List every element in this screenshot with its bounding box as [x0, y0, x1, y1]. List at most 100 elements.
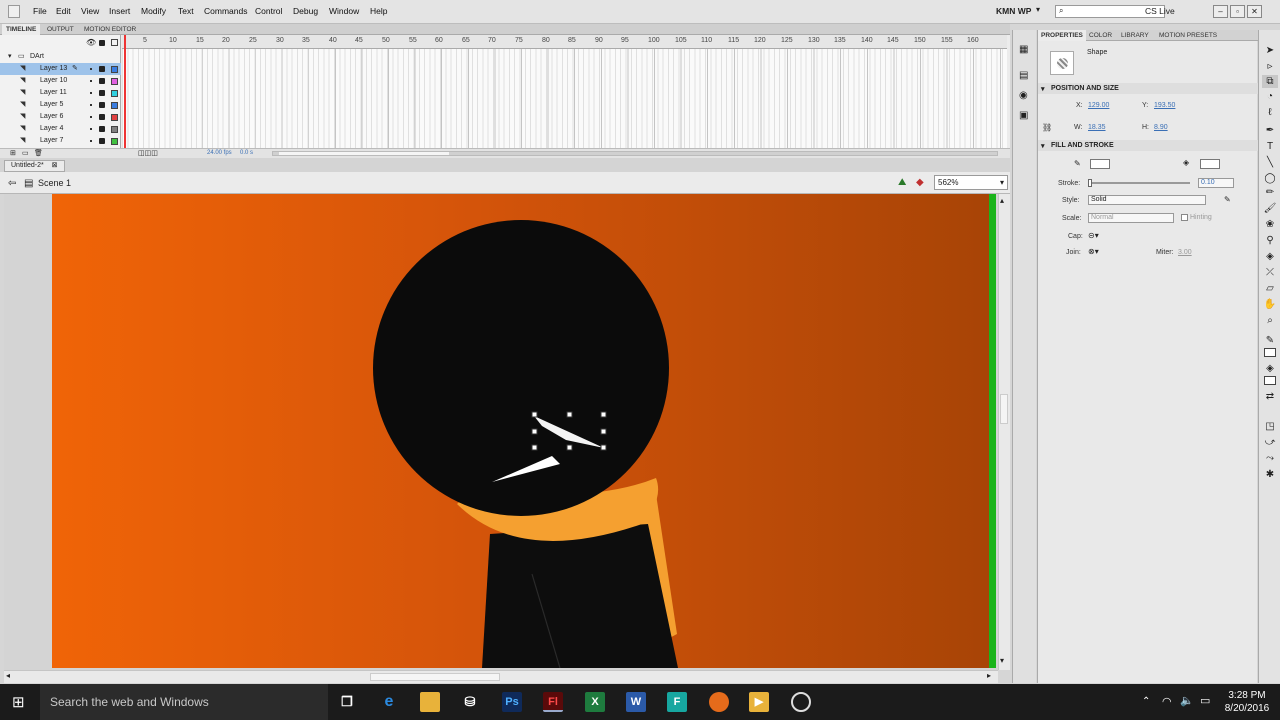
menu-edit[interactable]: Edit: [56, 6, 71, 16]
menu-control[interactable]: Control: [255, 6, 282, 16]
onion-skin-icon[interactable]: ◫◫◫: [138, 149, 158, 157]
menu-view[interactable]: View: [81, 6, 99, 16]
menu-text[interactable]: Text: [178, 6, 194, 16]
info-panel-icon[interactable]: ▤: [1019, 70, 1028, 81]
flash-icon[interactable]: Fl: [543, 692, 563, 712]
close-icon[interactable]: ⊠: [52, 162, 58, 169]
tab-library[interactable]: LIBRARY: [1118, 30, 1152, 41]
stroke-slider[interactable]: [1088, 179, 1190, 187]
layer-row[interactable]: ◥ Layer 10: [0, 75, 121, 87]
stroke-color-swatch[interactable]: [1264, 348, 1276, 357]
stroke-width-input[interactable]: 0.10: [1198, 178, 1234, 188]
layer-name[interactable]: Layer 10: [40, 75, 67, 87]
close-button[interactable]: ✕: [1247, 5, 1262, 18]
tab-motion-presets[interactable]: MOTION PRESETS: [1156, 30, 1220, 41]
lock-icon[interactable]: [99, 126, 105, 132]
notifications-icon[interactable]: ▭: [1200, 694, 1210, 707]
layer-folder[interactable]: ▾ ▭ DArt: [0, 51, 121, 63]
lock-icon[interactable]: [99, 138, 105, 144]
windows-start-icon[interactable]: ⊞: [12, 693, 25, 711]
link-icon[interactable]: ⛓: [1042, 123, 1052, 132]
transform-panel-icon[interactable]: ◉: [1019, 90, 1028, 101]
chevron-left-icon[interactable]: ◂: [6, 671, 10, 680]
new-layer-icon[interactable]: ⊞: [10, 149, 16, 157]
fill-color-swatch[interactable]: [1264, 376, 1276, 385]
layer-color-swatch[interactable]: [111, 138, 118, 145]
frame-grid[interactable]: [122, 35, 1007, 148]
chevron-up-icon[interactable]: ▴: [1000, 196, 1004, 205]
chevron-down-icon[interactable]: ▾: [1000, 656, 1004, 665]
lock-icon[interactable]: [99, 114, 105, 120]
lock-icon[interactable]: [99, 102, 105, 108]
obs-icon[interactable]: [791, 692, 811, 712]
subselection-tool-icon[interactable]: ▹: [1262, 60, 1278, 73]
stage-v-scrollbar[interactable]: ▴ ▾: [998, 194, 1010, 670]
layer-name[interactable]: Layer 6: [40, 111, 63, 123]
tab-timeline[interactable]: TIMELINE: [2, 24, 41, 35]
workspace-switcher[interactable]: KMN WP: [996, 6, 1031, 16]
menu-window[interactable]: Window: [329, 6, 359, 16]
fill-color-swatch[interactable]: [1200, 159, 1220, 169]
triangle-down-icon[interactable]: ▾: [1041, 142, 1045, 150]
tab-output[interactable]: OUTPUT: [43, 24, 78, 35]
chevron-right-icon[interactable]: ▸: [987, 671, 991, 680]
chevron-down-icon[interactable]: ▾: [1036, 5, 1040, 14]
hinting-checkbox[interactable]: [1181, 214, 1188, 221]
system-clock[interactable]: 3:28 PM 8/20/2016: [1220, 689, 1274, 715]
layer-name[interactable]: Layer 5: [40, 99, 63, 111]
eye-icon[interactable]: 👁: [86, 38, 96, 47]
menu-file[interactable]: File: [33, 6, 47, 16]
stroke-color-swatch[interactable]: [1090, 159, 1110, 169]
swap-colors-icon[interactable]: ⇄: [1262, 390, 1278, 403]
snap-icon[interactable]: ◳: [1262, 420, 1278, 433]
edit-symbol-icon[interactable]: ◆: [916, 177, 924, 188]
layer-name[interactable]: Layer 7: [40, 135, 63, 147]
lock-icon[interactable]: [99, 40, 105, 46]
taskbar-search[interactable]: Search the web and Windows: [40, 684, 328, 720]
eyedropper-tool-icon[interactable]: ⤫: [1262, 266, 1278, 279]
menu-insert[interactable]: Insert: [109, 6, 130, 16]
hand-tool-icon[interactable]: ✋: [1262, 298, 1278, 311]
outline-icon[interactable]: [111, 39, 118, 46]
frame-ruler[interactable]: 5 10 15 20 25 30 35 40 45 50 55 60 65 70…: [122, 35, 1007, 49]
selection-tool-icon[interactable]: ➤: [1262, 44, 1278, 57]
layer-name[interactable]: Layer 4: [40, 123, 63, 135]
scroll-thumb[interactable]: [279, 152, 449, 155]
line-tool-icon[interactable]: ╲: [1262, 156, 1278, 169]
tab-motion-editor[interactable]: MOTION EDITOR: [80, 24, 140, 35]
layer-color-swatch[interactable]: [111, 102, 118, 109]
straighten-icon[interactable]: ⤳: [1262, 452, 1278, 465]
stroke-color-icon[interactable]: ✎: [1262, 334, 1278, 347]
chevron-down-icon[interactable]: ▾: [1000, 176, 1004, 189]
fill-color-icon[interactable]: ◈: [1262, 362, 1278, 375]
y-value[interactable]: 193.50: [1154, 102, 1175, 109]
miter-value[interactable]: 3.00: [1178, 249, 1192, 256]
deco-tool-icon[interactable]: ❀: [1262, 218, 1278, 231]
photoshop-icon[interactable]: Ps: [502, 692, 522, 712]
triangle-down-icon[interactable]: ▾: [8, 51, 12, 63]
volume-icon[interactable]: 🔈: [1180, 694, 1194, 707]
layer-color-swatch[interactable]: [111, 114, 118, 121]
menu-commands[interactable]: Commands: [204, 6, 247, 16]
new-folder-icon[interactable]: ▭: [22, 149, 29, 157]
layer-row[interactable]: ◥ Layer 4: [0, 123, 121, 135]
scroll-thumb[interactable]: [370, 673, 500, 681]
menu-debug[interactable]: Debug: [293, 6, 318, 16]
brush-tool-icon[interactable]: 🖌: [1262, 202, 1278, 215]
zoom-tool-icon[interactable]: ⌕: [1262, 314, 1278, 327]
pen-tool-icon[interactable]: ✒: [1262, 124, 1278, 137]
pencil-tool-icon[interactable]: ✏: [1262, 186, 1278, 199]
eraser-tool-icon[interactable]: ▱: [1262, 282, 1278, 295]
layer-color-swatch[interactable]: [111, 126, 118, 133]
scroll-thumb[interactable]: [1000, 394, 1008, 424]
stage-h-scrollbar[interactable]: ◂ ▸: [4, 670, 998, 683]
components-panel-icon[interactable]: ▣: [1019, 110, 1028, 121]
align-panel-icon[interactable]: ▦: [1019, 44, 1028, 55]
layer-row[interactable]: ◥ Layer 11: [0, 87, 121, 99]
edge-icon[interactable]: e: [379, 692, 399, 712]
layer-color-swatch[interactable]: [111, 90, 118, 97]
excel-icon[interactable]: X: [585, 692, 605, 712]
maximize-button[interactable]: ▫: [1230, 5, 1245, 18]
triangle-down-icon[interactable]: ▾: [1041, 85, 1045, 93]
smooth-icon[interactable]: ⤻: [1262, 436, 1278, 449]
